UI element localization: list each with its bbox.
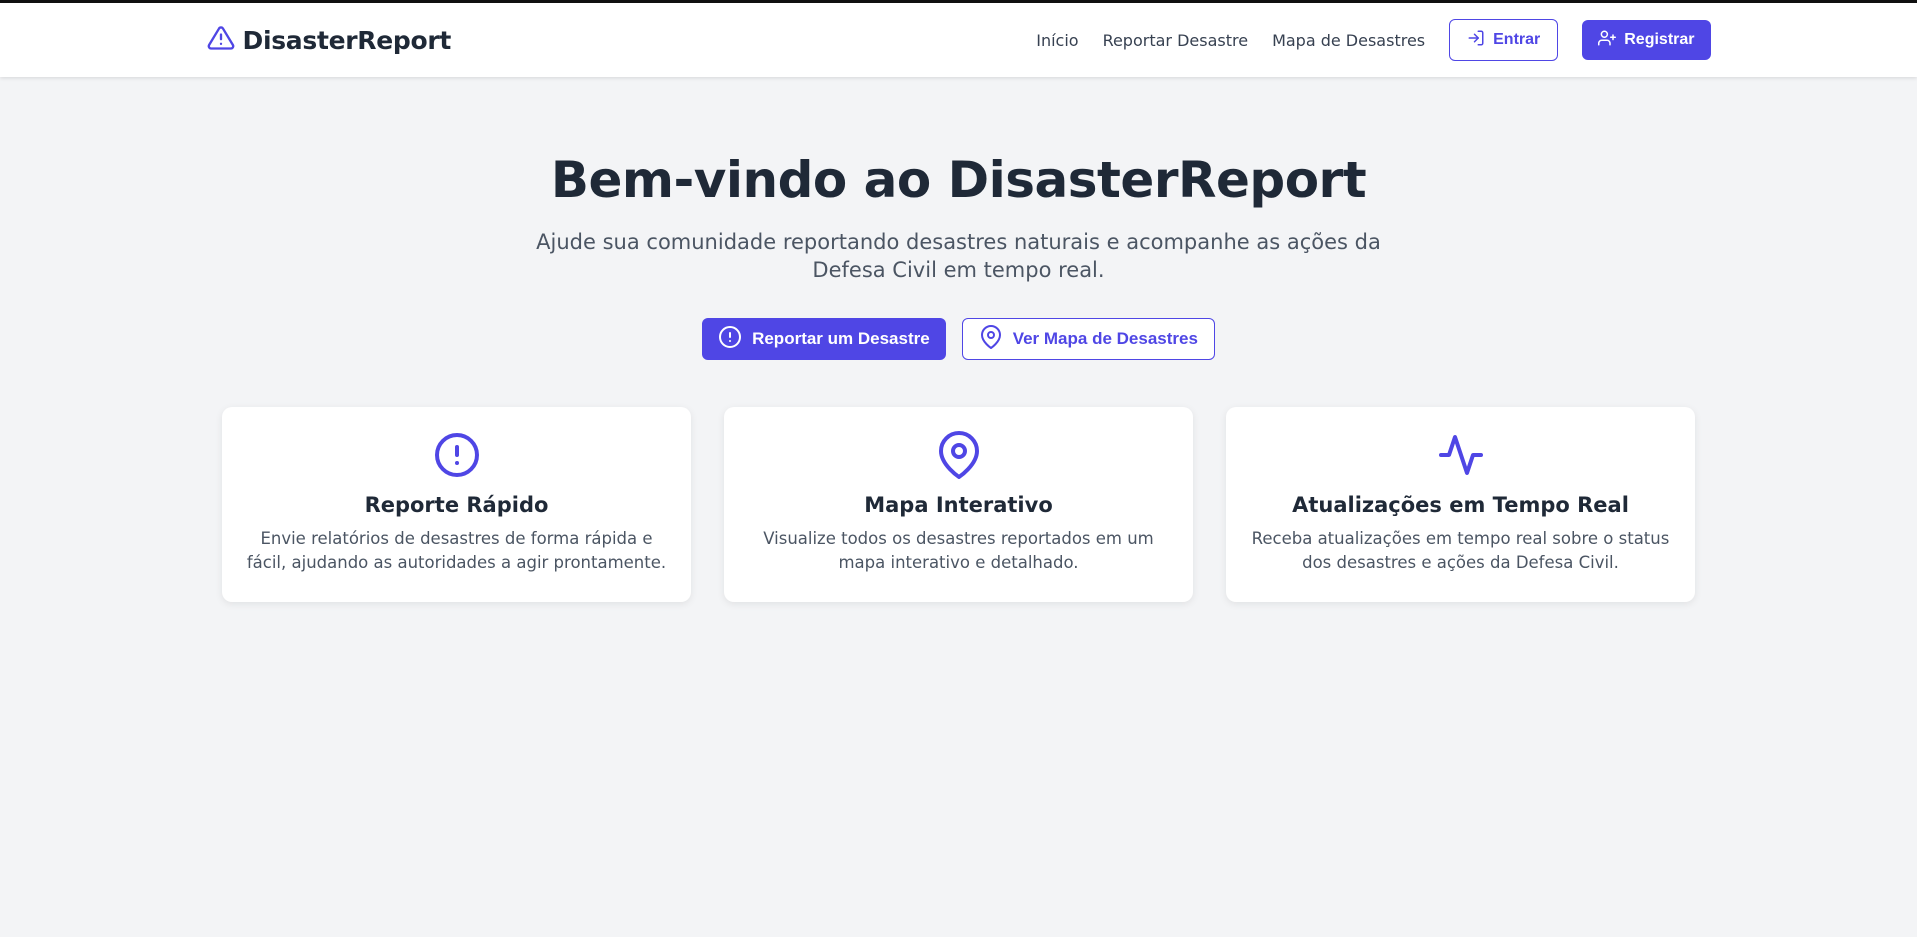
hero-section: Bem-vindo ao DisasterReport Ajude sua co… bbox=[0, 150, 1917, 360]
brand-name: DisasterReport bbox=[242, 25, 452, 55]
brand-logo[interactable]: DisasterReport bbox=[207, 24, 452, 56]
map-pin-icon bbox=[979, 324, 1003, 354]
nav-link-mapa-de-desastres[interactable]: Mapa de Desastres bbox=[1272, 31, 1425, 50]
feature-card-mapa-interativo: Mapa Interativo Visualize todos os desas… bbox=[724, 407, 1193, 602]
navbar: DisasterReport Início Reportar Desastre … bbox=[0, 3, 1917, 77]
register-button-label: Registrar bbox=[1624, 31, 1695, 48]
alert-circle-icon bbox=[718, 325, 742, 354]
login-button-label: Entrar bbox=[1493, 31, 1541, 48]
feature-card-title: Atualizações em Tempo Real bbox=[1292, 493, 1629, 517]
user-plus-icon bbox=[1598, 29, 1617, 52]
feature-card-description: Visualize todos os desastres reportados … bbox=[763, 529, 1154, 572]
hero-subtitle: Ajude sua comunidade reportando desastre… bbox=[536, 230, 1381, 282]
main-nav: Início Reportar Desastre Mapa de Desastr… bbox=[1036, 19, 1711, 61]
view-map-button-label: Ver Mapa de Desastres bbox=[1012, 329, 1198, 348]
feature-card-description: Envie relatórios de desastres de forma r… bbox=[246, 529, 667, 572]
feature-card-description: Receba atualizações em tempo real sobre … bbox=[1251, 529, 1670, 572]
activity-icon bbox=[1437, 435, 1485, 483]
navbar-inner: DisasterReport Início Reportar Desastre … bbox=[207, 3, 1711, 77]
features-section: Reporte Rápido Envie relatórios de desas… bbox=[222, 407, 1695, 602]
alert-circle-icon bbox=[433, 433, 481, 483]
nav-link-inicio[interactable]: Início bbox=[1036, 31, 1078, 50]
report-disaster-button-label: Reportar um Desastre bbox=[752, 329, 930, 348]
view-map-button[interactable]: Ver Mapa de Desastres bbox=[961, 318, 1215, 360]
feature-card-title: Mapa Interativo bbox=[864, 493, 1053, 517]
report-disaster-button[interactable]: Reportar um Desastre bbox=[702, 318, 946, 360]
feature-card-reporte-rapido: Reporte Rápido Envie relatórios de desas… bbox=[222, 407, 691, 602]
warning-triangle-icon bbox=[207, 24, 235, 56]
register-button[interactable]: Registrar bbox=[1582, 20, 1711, 60]
hero-actions: Reportar um Desastre Ver Mapa de Desastr… bbox=[0, 318, 1917, 360]
hero-title: Bem-vindo ao DisasterReport bbox=[550, 151, 1367, 209]
feature-card-atualizacoes: Atualizações em Tempo Real Receba atuali… bbox=[1226, 407, 1695, 602]
nav-link-reportar-desastre[interactable]: Reportar Desastre bbox=[1103, 31, 1249, 50]
login-icon bbox=[1467, 29, 1485, 52]
feature-card-title: Reporte Rápido bbox=[364, 493, 549, 517]
map-pin-icon bbox=[935, 431, 983, 483]
login-button[interactable]: Entrar bbox=[1449, 19, 1559, 61]
